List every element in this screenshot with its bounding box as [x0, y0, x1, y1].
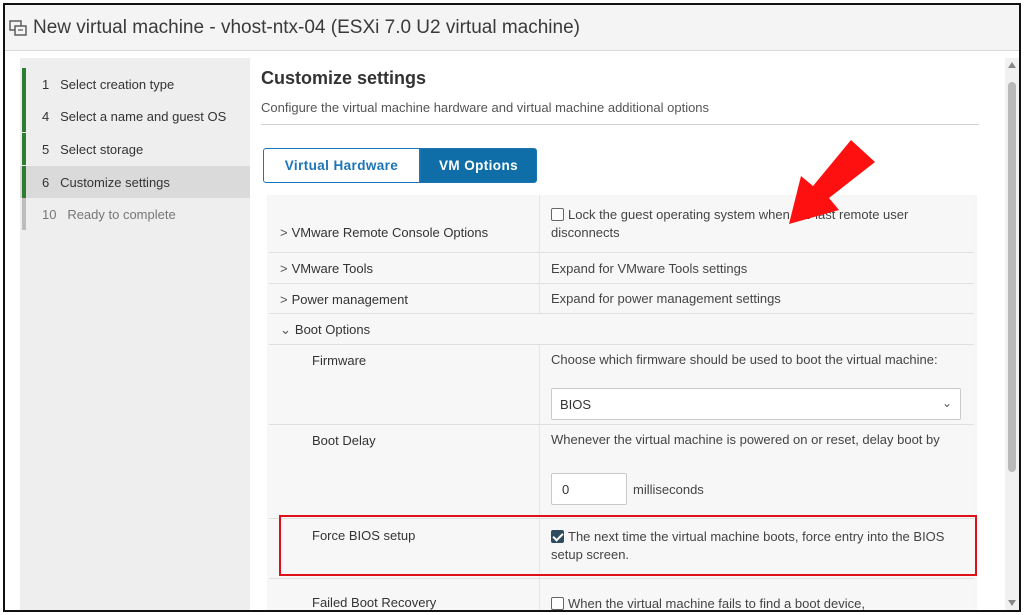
window-frame: New virtual machine - vhost-ntx-04 (ESXi…	[3, 3, 1021, 612]
page-subtitle: Configure the virtual machine hardware a…	[261, 100, 710, 115]
step-number: 4	[42, 109, 50, 124]
row-vmware-tools: > VMware Tools Expand for VMware Tools se…	[269, 253, 974, 284]
window-title: New virtual machine - vhost-ntx-04 (ESXi…	[33, 17, 580, 38]
lock-guest-os-checkbox[interactable]	[551, 208, 564, 221]
row-power-management: > Power management Expand for power manag…	[269, 284, 974, 314]
row-toggle[interactable]: > VMware Tools	[280, 261, 373, 276]
row-value: Expand for power management settings	[551, 291, 781, 306]
scroll-down-icon[interactable]	[1008, 600, 1016, 606]
tab-vm-options[interactable]: VM Options	[420, 148, 537, 183]
row-value: Expand for VMware Tools settings	[551, 261, 748, 276]
vertical-scrollbar[interactable]	[1005, 58, 1019, 610]
step-label: Select a name and guest OS	[60, 109, 227, 124]
chevron-down-icon: ⌄	[280, 322, 291, 337]
red-arrow-annotation	[789, 140, 875, 224]
row-label: VMware Remote Console Options	[291, 225, 489, 240]
row-failed-boot-recovery: Failed Boot Recovery When the virtual ma…	[269, 579, 974, 611]
step-label: Customize settings	[60, 175, 170, 190]
row-label: Power management	[291, 292, 408, 307]
chevron-right-icon: >	[280, 225, 288, 240]
row-label: Boot Delay	[312, 433, 376, 448]
row-toggle[interactable]: > VMware Remote Console Options	[280, 225, 488, 240]
row-value: Choose which firmware should be used to …	[551, 352, 938, 367]
step-number: 6	[42, 175, 50, 190]
step-select-name-guest-os[interactable]: 4 Select a name and guest OS	[20, 100, 250, 132]
step-select-creation-type[interactable]: 1 Select creation type	[20, 68, 250, 100]
step-customize-settings[interactable]: 6 Customize settings	[20, 166, 250, 198]
step-label: Select storage	[60, 142, 144, 157]
step-ready-to-complete[interactable]: 10 Ready to complete	[20, 198, 250, 230]
boot-delay-unit: milliseconds	[633, 482, 704, 497]
row-label: Firmware	[312, 353, 367, 368]
vm-window-icon	[9, 20, 27, 36]
row-toggle[interactable]: ⌄ Boot Options	[280, 322, 370, 338]
step-number: 10	[42, 207, 57, 222]
divider	[261, 124, 979, 125]
title-bar: New virtual machine - vhost-ntx-04 (ESXi…	[5, 5, 1019, 51]
step-number: 1	[42, 77, 50, 92]
step-status-bar	[22, 100, 26, 132]
row-value: When the virtual machine fails to find a…	[568, 596, 865, 611]
chevron-right-icon: >	[280, 261, 288, 276]
scrollbar-thumb[interactable]	[1008, 82, 1016, 472]
row-label: Failed Boot Recovery	[312, 595, 437, 610]
row-label: Boot Options	[294, 322, 371, 337]
step-select-storage[interactable]: 5 Select storage	[20, 133, 250, 165]
chevron-right-icon: >	[280, 292, 288, 307]
step-status-bar	[22, 68, 26, 100]
step-status-bar	[22, 198, 26, 230]
step-label: Ready to complete	[67, 207, 176, 222]
row-label: VMware Tools	[291, 261, 373, 276]
force-bios-highlight-box	[279, 515, 977, 576]
wizard-steps-nav: 1 Select creation type 4 Select a name a…	[20, 58, 250, 610]
row-boot-options: ⌄ Boot Options	[269, 314, 974, 345]
row-firmware: Firmware Choose which firmware should be…	[269, 345, 974, 425]
failed-boot-recovery-checkbox[interactable]	[551, 597, 564, 610]
firmware-select[interactable]: BIOS ⌄	[551, 388, 961, 420]
step-status-bar	[22, 166, 26, 198]
step-label: Select creation type	[60, 77, 175, 92]
row-toggle[interactable]: > Power management	[280, 292, 408, 307]
step-number: 5	[42, 142, 50, 157]
scroll-up-icon[interactable]	[1008, 62, 1016, 68]
row-boot-delay: Boot Delay Whenever the virtual machine …	[269, 425, 974, 519]
tab-virtual-hardware[interactable]: Virtual Hardware	[263, 148, 420, 183]
firmware-selected-value: BIOS	[560, 397, 592, 412]
row-value: Whenever the virtual machine is powered …	[551, 432, 940, 447]
page-title: Customize settings	[261, 68, 427, 88]
boot-delay-input[interactable]	[551, 473, 627, 505]
step-status-bar	[22, 133, 26, 165]
chevron-down-icon: ⌄	[941, 396, 952, 410]
